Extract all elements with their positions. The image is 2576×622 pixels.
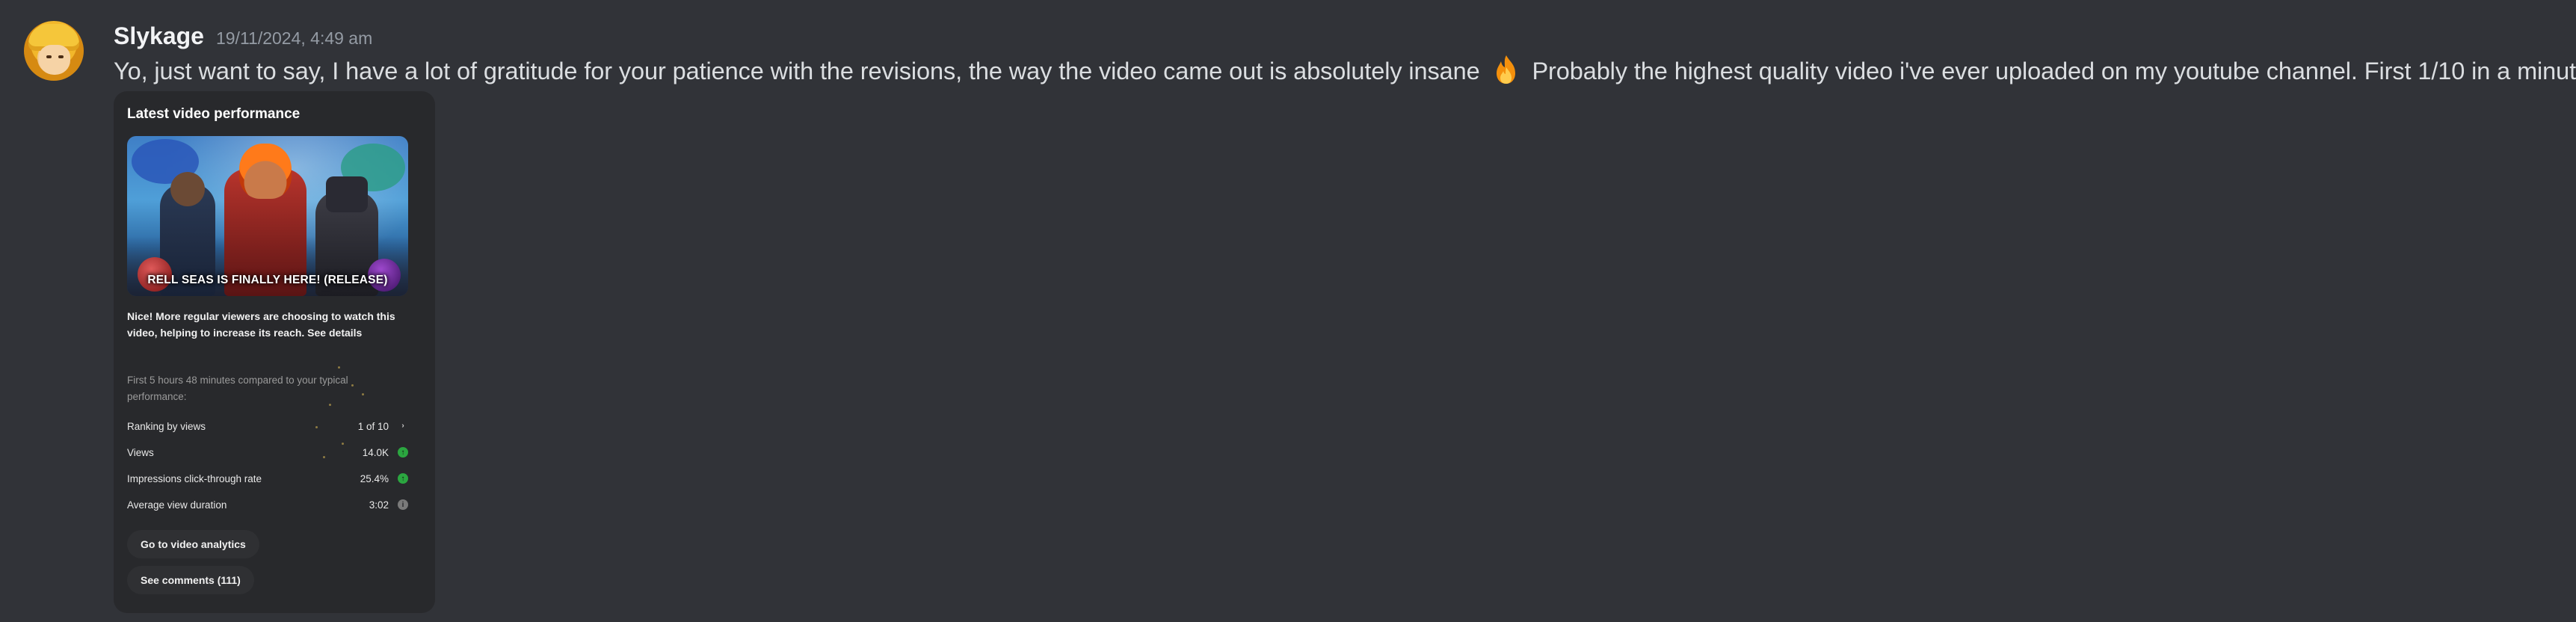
fire-emoji-icon[interactable] [1490, 54, 1523, 84]
stat-value: 3:02 [369, 499, 389, 511]
sparkle-decoration [329, 404, 331, 406]
thumbnail-caption: RELL SEAS IS FINALLY HERE! (RELEASE) [147, 274, 388, 286]
video-thumbnail[interactable]: RELL SEAS IS FINALLY HERE! (RELEASE) [127, 136, 408, 296]
stat-ranking-by-views[interactable]: Ranking by views 1 of 10 › [127, 417, 408, 435]
stat-label: Average view duration [127, 499, 227, 511]
stat-label: Ranking by views [127, 420, 206, 432]
arrow-up-icon: ↑ [398, 473, 408, 484]
info-icon[interactable]: i [398, 499, 408, 510]
stat-views: Views 14.0K ↑ [127, 443, 408, 461]
stat-value: 25.4% [360, 472, 389, 484]
stat-label: Impressions click-through rate [127, 472, 262, 484]
avatar-eye [58, 55, 64, 58]
stat-value: 14.0K [362, 446, 389, 458]
message-text-part: Probably the highest quality video i've … [1532, 58, 2576, 84]
stat-label: Views [127, 446, 154, 458]
comparison-text: First 5 hours 48 minutes compared to you… [127, 375, 348, 402]
sparkle-decoration [362, 393, 364, 395]
avatar-eye [46, 55, 52, 58]
timestamp[interactable]: 19/11/2024, 4:49 am [216, 28, 372, 49]
chevron-right-icon[interactable]: › [398, 421, 408, 431]
avatar[interactable] [24, 21, 84, 81]
sparkle-decoration [338, 366, 340, 369]
thumbnail-character-head [170, 172, 205, 206]
arrow-up-icon: ↑ [398, 447, 408, 458]
message-text: Yo, just want to say, I have a lot of gr… [114, 54, 2576, 87]
thumbnail-character-head [326, 176, 368, 212]
thumbnail-character-head [239, 144, 292, 199]
see-comments-button[interactable]: See comments (111) [127, 566, 254, 594]
stat-impressions-ctr: Impressions click-through rate 25.4% ↑ [127, 469, 408, 487]
username[interactable]: Slykage [114, 22, 204, 50]
performance-summary[interactable]: Nice! More regular viewers are choosing … [127, 308, 414, 341]
card-title: Latest video performance [127, 106, 301, 122]
stat-average-view-duration: Average view duration 3:02 i [127, 496, 408, 514]
sparkle-decoration [351, 384, 354, 387]
stat-value: 1 of 10 [357, 420, 389, 432]
message-header: Slykage 19/11/2024, 4:49 am [114, 22, 372, 50]
avatar-face [39, 45, 70, 75]
go-to-video-analytics-button[interactable]: Go to video analytics [127, 530, 259, 558]
video-performance-card: Latest video performance RELL SEAS IS FI… [114, 91, 435, 613]
message-text-part: Yo, just want to say, I have a lot of gr… [114, 58, 1480, 84]
